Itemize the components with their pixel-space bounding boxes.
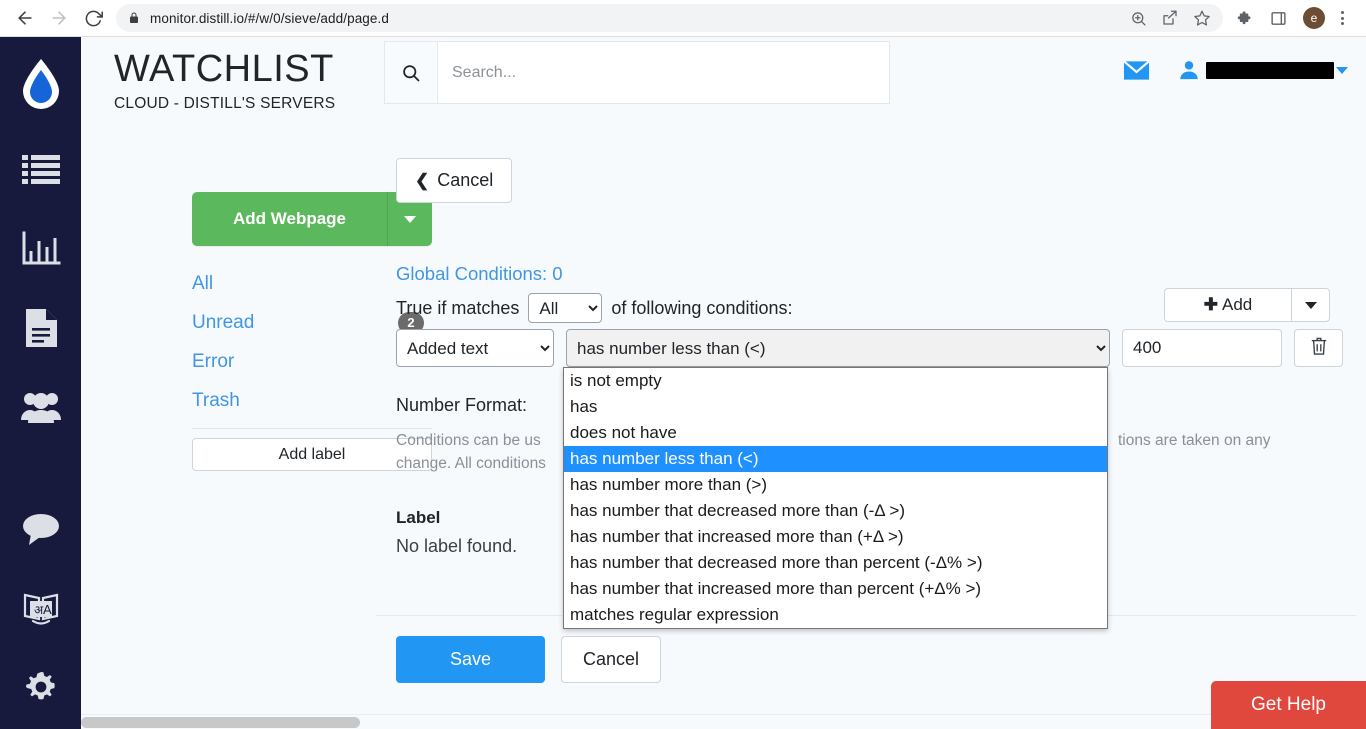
number-format-row: Number Format: xyxy=(396,395,527,416)
gear-icon xyxy=(22,668,60,711)
dropdown-option[interactable]: has number more than (>) xyxy=(564,472,1107,498)
brand-block: WATCHLIST CLOUD - DISTILL'S SERVERS xyxy=(114,45,335,113)
sidebar-item-team[interactable] xyxy=(0,370,81,449)
sidebar-item-feedback[interactable] xyxy=(0,492,81,571)
share-icon[interactable] xyxy=(1161,9,1179,27)
dropdown-option[interactable]: has number that decreased more than perc… xyxy=(564,550,1107,576)
people-group-icon xyxy=(20,390,62,429)
browser-toolbar: monitor.distill.io/#/w/0/sieve/add/page.… xyxy=(0,0,1366,37)
star-icon[interactable] xyxy=(1193,9,1211,27)
match-mode-select[interactable]: All Any xyxy=(528,293,602,323)
chevron-down-icon xyxy=(1305,302,1317,309)
trash-icon xyxy=(1310,336,1328,361)
nav-label: Error xyxy=(192,351,234,373)
address-bar[interactable]: monitor.distill.io/#/w/0/sieve/add/page.… xyxy=(116,4,1223,32)
delete-condition-button[interactable] xyxy=(1294,329,1343,367)
dropdown-option[interactable]: has number that increased more than perc… xyxy=(564,576,1107,602)
lock-icon xyxy=(128,11,140,25)
sidebar-item-settings[interactable] xyxy=(0,650,81,729)
puzzle-piece-icon[interactable] xyxy=(1237,10,1254,27)
sidebar-item-translate[interactable]: अ A xyxy=(0,571,81,650)
omnibox-actions xyxy=(1130,4,1217,32)
get-help-button[interactable]: Get Help xyxy=(1211,681,1366,729)
condition-row: Added text Removed text Text Changed tex… xyxy=(396,329,1343,367)
label-heading: Label xyxy=(396,508,517,528)
label-section: Label No label found. xyxy=(396,508,517,557)
sidebar-item-logs[interactable] xyxy=(0,291,81,370)
dropdown-option[interactable]: does not have xyxy=(564,420,1107,446)
translate-icon: अ A xyxy=(21,589,61,632)
true-if-matches-label: True if matches xyxy=(396,298,519,319)
nav-label: Trash xyxy=(192,390,240,412)
chevron-left-icon: ❮ xyxy=(415,172,429,189)
helper-right-1: tions are taken on any xyxy=(1118,429,1296,452)
reload-icon[interactable] xyxy=(76,1,110,35)
dropdown-option[interactable]: is not empty xyxy=(564,368,1107,394)
sidebar-item-watchlist[interactable] xyxy=(0,133,81,212)
condition-value-input[interactable] xyxy=(1122,329,1282,367)
add-condition-group: ✚ Add xyxy=(1164,288,1330,322)
add-condition-button[interactable]: ✚ Add xyxy=(1165,289,1292,321)
extensions-group: e xyxy=(1231,7,1366,29)
condition-operator-select[interactable]: has number less than (<) xyxy=(566,329,1110,367)
condition-field-select[interactable]: Added text Removed text Text Changed tex… xyxy=(396,329,554,367)
page-subtitle: CLOUD - DISTILL'S SERVERS xyxy=(114,95,335,113)
save-button[interactable]: Save xyxy=(396,636,545,683)
add-webpage-label: Add Webpage xyxy=(192,192,388,246)
scrollbar-thumb[interactable] xyxy=(81,717,360,728)
forward-arrow-icon[interactable] xyxy=(42,1,76,35)
dropdown-option[interactable]: has number that increased more than (+Δ … xyxy=(564,524,1107,550)
svg-text:A: A xyxy=(43,602,52,617)
distill-droplet-logo[interactable] xyxy=(0,37,81,133)
back-arrow-icon[interactable] xyxy=(8,1,42,35)
plus-icon: ✚ xyxy=(1204,295,1218,315)
dropdown-option[interactable]: has xyxy=(564,394,1107,420)
add-condition-dropdown-toggle[interactable] xyxy=(1292,289,1329,321)
chat-bubble-icon xyxy=(21,512,61,551)
operator-dropdown-list[interactable]: is not empty has does not have has numbe… xyxy=(563,367,1108,629)
nav-label: Unread xyxy=(192,312,254,334)
page-title: WATCHLIST xyxy=(114,45,335,93)
add-condition-label: Add xyxy=(1222,295,1252,315)
global-conditions-link[interactable]: Global Conditions: 0 xyxy=(396,263,563,285)
app-page: अ A WATCHLIST CLOUD - DISTILL'S SERVERS xyxy=(0,37,1366,729)
left-icon-rail: अ A xyxy=(0,37,81,729)
cancel-back-button[interactable]: ❮ Cancel xyxy=(396,158,512,203)
document-icon xyxy=(24,308,58,353)
dropdown-option[interactable]: matches regular expression xyxy=(564,602,1107,628)
bar-chart-icon xyxy=(21,231,61,272)
of-following-label: of following conditions: xyxy=(611,298,792,319)
profile-avatar[interactable]: e xyxy=(1303,7,1325,29)
helper-left-2: change. All conditions xyxy=(396,455,546,472)
helper-left-1: Conditions can be us xyxy=(396,432,541,449)
sidebar-item-monitors[interactable] xyxy=(0,212,81,291)
match-mode-row: True if matches All Any of following con… xyxy=(396,293,792,323)
dropdown-option[interactable]: has number that decreased more than (-Δ … xyxy=(564,498,1107,524)
number-format-label: Number Format: xyxy=(396,395,527,416)
dropdown-option-selected[interactable]: has number less than (<) xyxy=(564,446,1107,472)
label-empty-text: No label found. xyxy=(396,536,517,557)
cancel-button[interactable]: Cancel xyxy=(561,636,661,683)
horizontal-scrollbar[interactable] xyxy=(81,714,1366,729)
nav-label: All xyxy=(192,273,213,295)
url-text: monitor.distill.io/#/w/0/sieve/add/page.… xyxy=(150,11,389,26)
zoom-magnifier-icon[interactable] xyxy=(1130,10,1147,27)
list-icon xyxy=(21,153,61,192)
three-dot-menu-icon[interactable] xyxy=(1341,11,1344,25)
cancel-back-label: Cancel xyxy=(437,170,493,191)
side-panel-icon[interactable] xyxy=(1270,10,1287,27)
